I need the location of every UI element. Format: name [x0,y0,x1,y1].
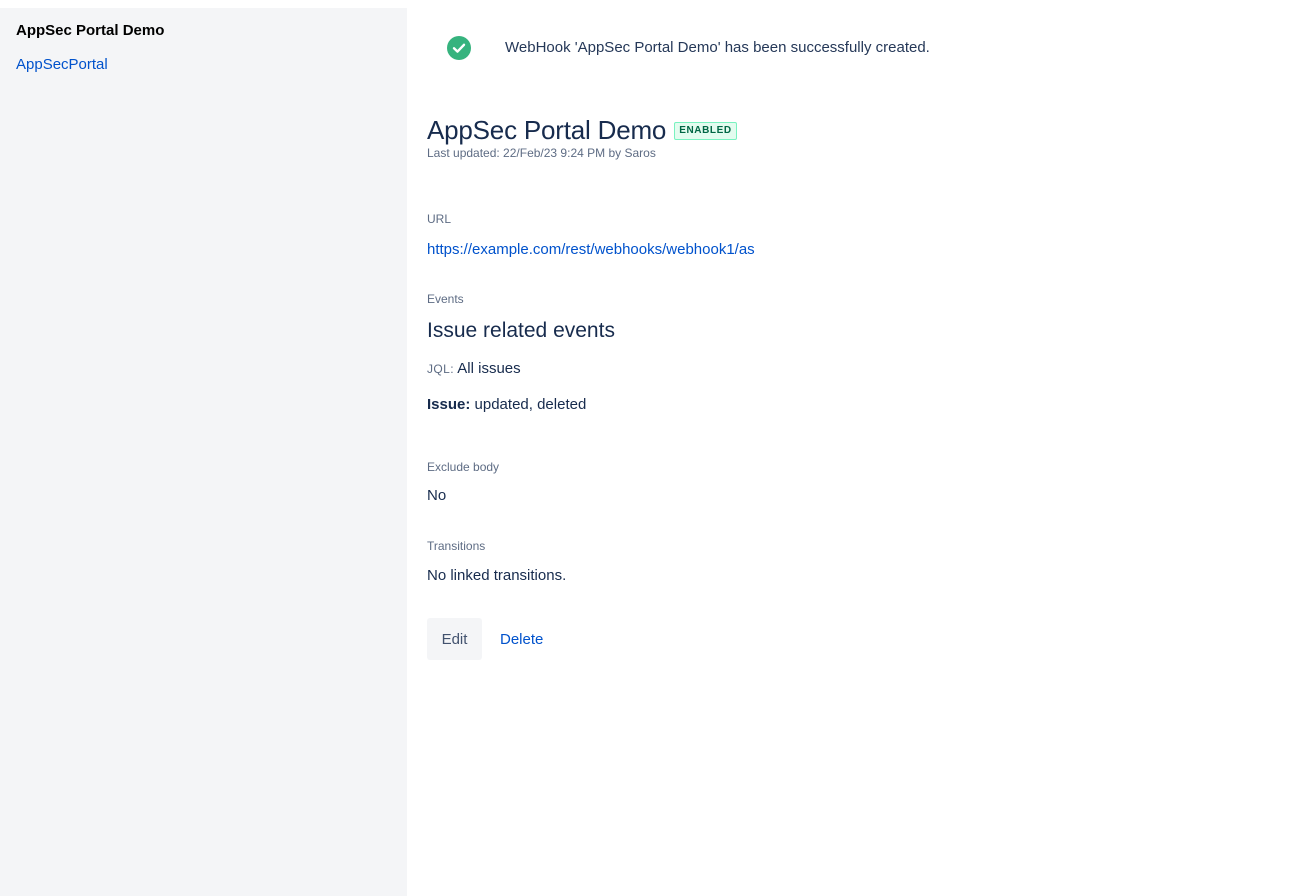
exclude-body-value: No [427,487,447,504]
issue-key: Issue: [427,396,471,413]
success-flag: WebHook 'AppSec Portal Demo' has been su… [447,36,930,60]
delete-link[interactable]: Delete [500,631,543,648]
url-label: URL [427,212,452,226]
sidebar-link-appsecportal[interactable]: AppSecPortal [16,56,108,74]
events-heading: Issue related events [427,319,615,342]
status-badge: ENABLED [674,122,737,140]
edit-button[interactable]: Edit [427,618,482,660]
success-check-icon [447,36,471,60]
sidebar: AppSec Portal Demo AppSecPortal [0,8,407,896]
transitions-value: No linked transitions. [427,567,567,584]
webhook-header: AppSec Portal Demo ENABLED Last updated:… [427,114,737,160]
sidebar-title: AppSec Portal Demo [16,22,165,39]
last-updated-text: Last updated: 22/Feb/23 9:24 PM by Saros [427,146,656,160]
title-row: AppSec Portal Demo ENABLED [427,114,737,146]
issue-row: Issue: updated, deleted [427,395,586,415]
success-message: WebHook 'AppSec Portal Demo' has been su… [505,39,930,56]
exclude-body-label: Exclude body [427,460,500,474]
webhook-url-link[interactable]: https://example.com/rest/webhooks/webhoo… [427,240,755,260]
page-title: AppSec Portal Demo [427,115,667,145]
main-content: WebHook 'AppSec Portal Demo' has been su… [427,0,1287,896]
transitions-label: Transitions [427,539,486,553]
webhook-page: AppSec Portal Demo AppSecPortal WebHook … [0,0,1304,896]
jql-row: JQL: All issues [427,359,521,379]
jql-value: All issues [453,360,521,377]
actions-bar: Edit Delete [427,618,543,660]
issue-value: updated, deleted [470,396,587,413]
events-label: Events [427,292,464,306]
jql-key: JQL: [427,362,454,376]
